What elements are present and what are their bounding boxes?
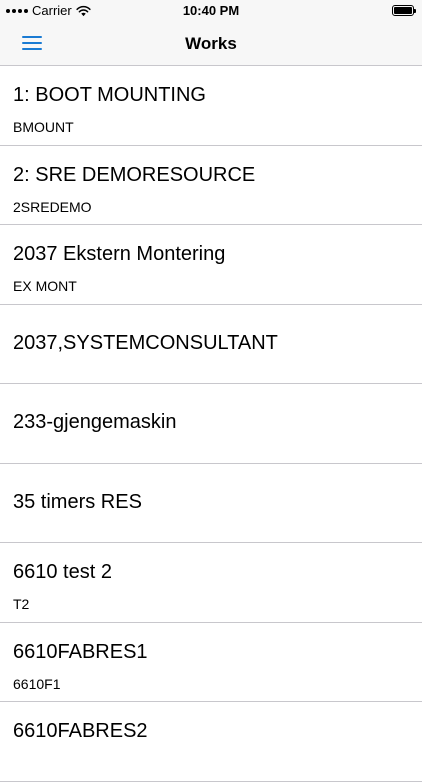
list-item[interactable]: 35 timers RES bbox=[0, 463, 422, 543]
navigation-bar: Works bbox=[0, 22, 422, 66]
list-item[interactable]: 6610FABRES2 bbox=[0, 702, 422, 782]
item-title: 233-gjengemaskin bbox=[13, 411, 177, 433]
item-title: 2037,SYSTEMCONSULTANT bbox=[13, 331, 278, 354]
list-item[interactable]: 6610 test 2 T2 bbox=[0, 543, 422, 623]
item-title: 35 timers RES bbox=[13, 490, 142, 513]
page-title: Works bbox=[185, 34, 237, 53]
status-bar: Carrier 10:40 PM bbox=[0, 0, 422, 22]
item-title: 2037 Ekstern Montering bbox=[13, 243, 226, 265]
item-subtitle: EX MONT bbox=[13, 278, 77, 294]
item-title: 1: BOOT MOUNTING bbox=[13, 84, 206, 106]
item-subtitle: T2 bbox=[13, 596, 30, 612]
item-subtitle: 2SREDEMO bbox=[13, 198, 92, 215]
item-title: 2: SRE DEMORESOURCE bbox=[13, 163, 256, 186]
item-subtitle: 6610F1 bbox=[13, 675, 61, 692]
item-subtitle: BMOUNT bbox=[13, 119, 74, 135]
list-item[interactable]: 2037 Ekstern Montering EX MONT bbox=[0, 225, 422, 305]
works-list: 1: BOOT MOUNTING BMOUNT 2: SRE DEMORESOU… bbox=[0, 66, 422, 782]
status-time: 10:40 PM bbox=[182, 3, 240, 18]
item-title: 6610 test 2 bbox=[13, 561, 112, 583]
item-title: 6610FABRES1 bbox=[13, 640, 148, 663]
list-item[interactable]: 233-gjengemaskin bbox=[0, 384, 422, 464]
list-item[interactable]: 2: SRE DEMORESOURCE 2SREDEMO bbox=[0, 145, 422, 225]
list-item[interactable]: 6610FABRES1 6610F1 bbox=[0, 622, 422, 702]
list-item[interactable]: 2037,SYSTEMCONSULTANT bbox=[0, 304, 422, 384]
list-item[interactable]: 1: BOOT MOUNTING BMOUNT bbox=[0, 66, 422, 146]
item-title: 6610FABRES2 bbox=[13, 720, 148, 742]
battery-icon bbox=[392, 5, 416, 16]
